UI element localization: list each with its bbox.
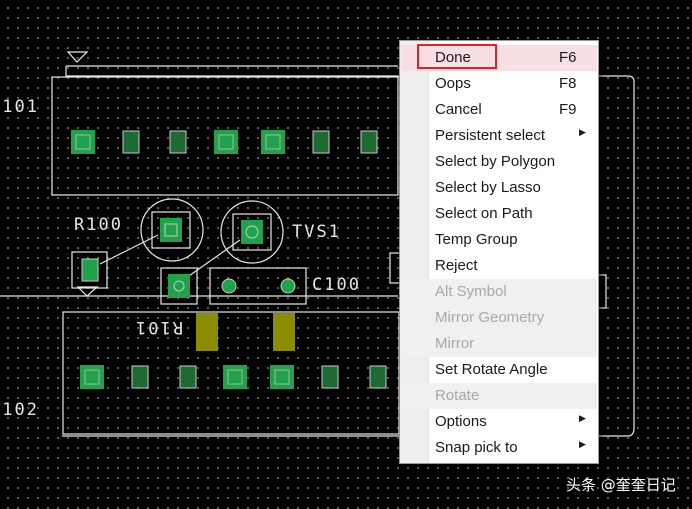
r101-pad-left (196, 313, 218, 351)
designator-r100: R100 (74, 215, 123, 235)
ratsnest-line-2 (185, 239, 241, 279)
submenu-arrow-icon: ▶ (579, 439, 586, 449)
menu-item-label: Select by Lasso (435, 179, 541, 196)
menu-item-label: Cancel (435, 101, 482, 118)
s101-pads (71, 130, 378, 154)
c100-pads (168, 274, 296, 298)
menu-item-rotate: Rotate (401, 383, 597, 409)
ratsnest-line-1 (99, 234, 159, 265)
menu-item-shortcut: F9 (559, 101, 577, 118)
designator-s102: S102 (0, 400, 39, 420)
menu-item-mirror-geometry: Mirror Geometry (401, 305, 597, 331)
menu-item-label: Reject (435, 257, 478, 274)
r101-pad-right (273, 313, 295, 351)
menu-item-persistent-select[interactable]: Persistent select ▶ (401, 123, 597, 149)
menu-item-mirror: Mirror (401, 331, 597, 357)
done-highlight-annotation (417, 44, 497, 69)
menu-item-label: Set Rotate Angle (435, 361, 548, 378)
menu-item-label: Rotate (435, 387, 480, 404)
menu-item-shortcut: F8 (559, 75, 577, 92)
menu-item-label: Persistent select (435, 127, 546, 144)
menu-item-label: Temp Group (435, 231, 518, 248)
menu-item-shortcut: F6 (559, 49, 577, 66)
designator-r101: R101 (134, 317, 183, 337)
menu-item-label: Options (435, 413, 487, 430)
menu-item-label: Mirror Geometry (435, 309, 545, 326)
menu-item-reject[interactable]: Reject (401, 253, 597, 279)
menu-item-select-by-lasso[interactable]: Select by Lasso (401, 175, 597, 201)
menu-item-temp-group[interactable]: Temp Group (401, 227, 597, 253)
menu-item-label: Mirror (435, 335, 475, 352)
menu-item-label: Oops (435, 75, 471, 92)
watermark: 头条 @奎奎日记 (566, 476, 676, 494)
menu-item-select-by-polygon[interactable]: Select by Polygon (401, 149, 597, 175)
designator-tvs1: TVS1 (292, 222, 341, 242)
tvs1-pads (241, 220, 263, 244)
menu-item-cancel[interactable]: Cancel F9 (401, 97, 597, 123)
menu-item-snap-pick-to[interactable]: Snap pick to ▶ (401, 435, 597, 461)
s102-pads (80, 365, 387, 389)
menu-item-label: Select on Path (435, 205, 533, 222)
menu-item-set-rotate-angle[interactable]: Set Rotate Angle (401, 357, 597, 383)
submenu-arrow-icon: ▶ (579, 127, 586, 137)
top-marker-triangle (66, 51, 89, 63)
menu-item-alt-symbol: Alt Symbol (401, 279, 597, 305)
submenu-arrow-icon: ▶ (579, 413, 586, 423)
context-menu[interactable]: Done F6 Oops F8 Cancel F9 Persistent sel… (399, 40, 599, 464)
menu-item-select-on-path[interactable]: Select on Path (401, 201, 597, 227)
designator-c100: C100 (312, 275, 361, 295)
menu-item-label: Alt Symbol (435, 283, 507, 300)
menu-item-options[interactable]: Options ▶ (401, 409, 597, 435)
menu-item-oops[interactable]: Oops F8 (401, 71, 597, 97)
menu-item-label: Select by Polygon (435, 153, 556, 170)
menu-item-label: Snap pick to (435, 439, 518, 456)
designator-s101: S101 (0, 97, 39, 117)
